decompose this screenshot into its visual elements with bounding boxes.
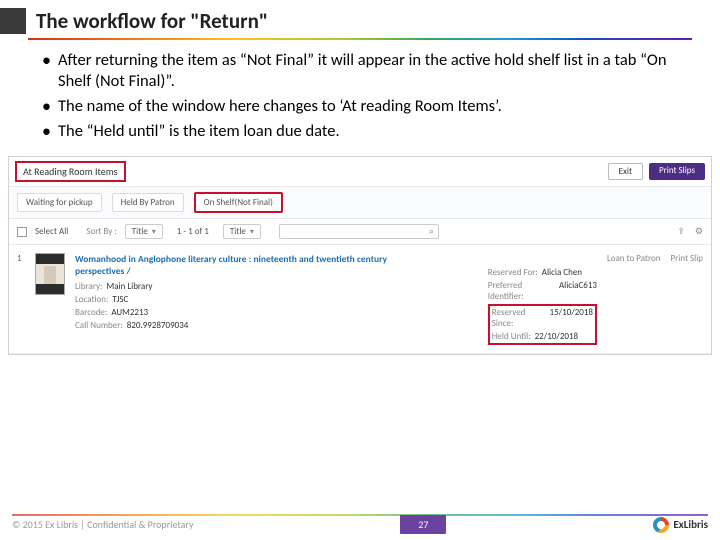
bullet-item: After returning the item as “Not Final” … <box>42 50 678 92</box>
reserved-held-box: Reserved Since:15/10/2018 Held Until: 22/… <box>488 304 597 345</box>
bullet-item: The name of the window here changes to ‘… <box>42 96 678 117</box>
reserved-since-value: 15/10/2018 <box>550 307 593 329</box>
page-number: 27 <box>400 515 446 534</box>
loan-to-patron-button[interactable]: Loan to Patron <box>607 253 660 264</box>
held-until-value: 22/10/2018 <box>535 331 578 342</box>
sort-by-dropdown[interactable]: Title <box>125 224 163 239</box>
list-item: 1 Womanhood in Anglophone literary cultu… <box>9 245 711 354</box>
reserved-for-label: Reserved For: <box>488 267 538 278</box>
window-title: At Reading Room Items <box>15 161 126 182</box>
location-label: Location: <box>75 294 108 305</box>
preferred-id-label: Preferred Identifier: <box>488 280 555 302</box>
export-icon[interactable]: ⇪ <box>677 226 685 237</box>
top-buttons: Exit Print Slips <box>608 163 705 180</box>
slide: The workflow for "Return" After returnin… <box>0 0 720 540</box>
slide-title: The workflow for "Return" <box>36 8 268 34</box>
reserved-since-label: Reserved Since: <box>492 307 546 329</box>
select-all-label: Select All <box>35 226 68 237</box>
barcode-label: Barcode: <box>75 307 107 318</box>
preferred-id-value: AliciaC613 <box>559 280 597 302</box>
exit-button[interactable]: Exit <box>608 163 643 180</box>
tab-on-shelf-not-final[interactable]: On Shelf(Not Final) <box>194 192 283 213</box>
item-actions: Loan to Patron Print Slip <box>607 253 703 264</box>
item-right-col: Reserved For: Alicia Chen Preferred Ident… <box>488 253 597 345</box>
item-index: 1 <box>17 253 25 264</box>
toolbar-right: ⇪ ⚙ <box>677 226 703 237</box>
search-icon: ⌕ <box>429 226 434 237</box>
barcode-value: AUM2213 <box>111 307 148 318</box>
call-number-value: 820.9928709034 <box>127 320 189 331</box>
item-left-col: Womanhood in Anglophone literary culture… <box>75 253 428 345</box>
bullet-item: The “Held until” is the item loan due da… <box>42 121 678 142</box>
app-header: At Reading Room Items Exit Print Slips <box>9 157 711 186</box>
location-value: TJSC <box>112 294 128 305</box>
item-thumbnail <box>35 253 65 295</box>
logo-icon <box>653 517 669 533</box>
item-main: Womanhood in Anglophone literary culture… <box>75 253 597 345</box>
reserved-for-value: Alicia Chen <box>542 267 582 278</box>
print-slips-button[interactable]: Print Slips <box>649 163 705 180</box>
app-screenshot: At Reading Room Items Exit Print Slips W… <box>8 156 712 355</box>
tab-waiting-for-pickup[interactable]: Waiting for pickup <box>17 193 102 212</box>
held-until-label: Held Until: <box>492 331 531 342</box>
sort-by-label: Sort By : <box>86 226 116 237</box>
divider-rainbow <box>28 38 692 40</box>
title-block <box>0 8 26 34</box>
header: The workflow for "Return" <box>0 0 720 34</box>
logo-text: ExLibris <box>673 518 708 531</box>
view-dropdown[interactable]: Title <box>223 224 261 239</box>
list-toolbar: Select All Sort By : Title 1 - 1 of 1 Ti… <box>9 219 711 245</box>
select-all-checkbox[interactable] <box>17 227 27 237</box>
print-slip-button[interactable]: Print Slip <box>670 253 703 264</box>
item-title[interactable]: Womanhood in Anglophone literary culture… <box>75 253 428 277</box>
copyright: © 2015 Ex Libris | Confidential & Propri… <box>12 518 193 531</box>
result-range: 1 - 1 of 1 <box>177 226 209 237</box>
tab-bar: Waiting for pickup Held By Patron On She… <box>9 186 711 219</box>
call-number-label: Call Number: <box>75 320 123 331</box>
search-input[interactable]: ⌕ <box>279 224 439 239</box>
library-value: Main Library <box>107 281 153 292</box>
tab-held-by-patron[interactable]: Held By Patron <box>112 193 184 212</box>
exlibris-logo: ExLibris <box>653 517 708 533</box>
bullet-list: After returning the item as “Not Final” … <box>0 50 720 156</box>
library-label: Library: <box>75 281 103 292</box>
settings-icon[interactable]: ⚙ <box>695 226 703 237</box>
footer: © 2015 Ex Libris | Confidential & Propri… <box>0 515 720 534</box>
